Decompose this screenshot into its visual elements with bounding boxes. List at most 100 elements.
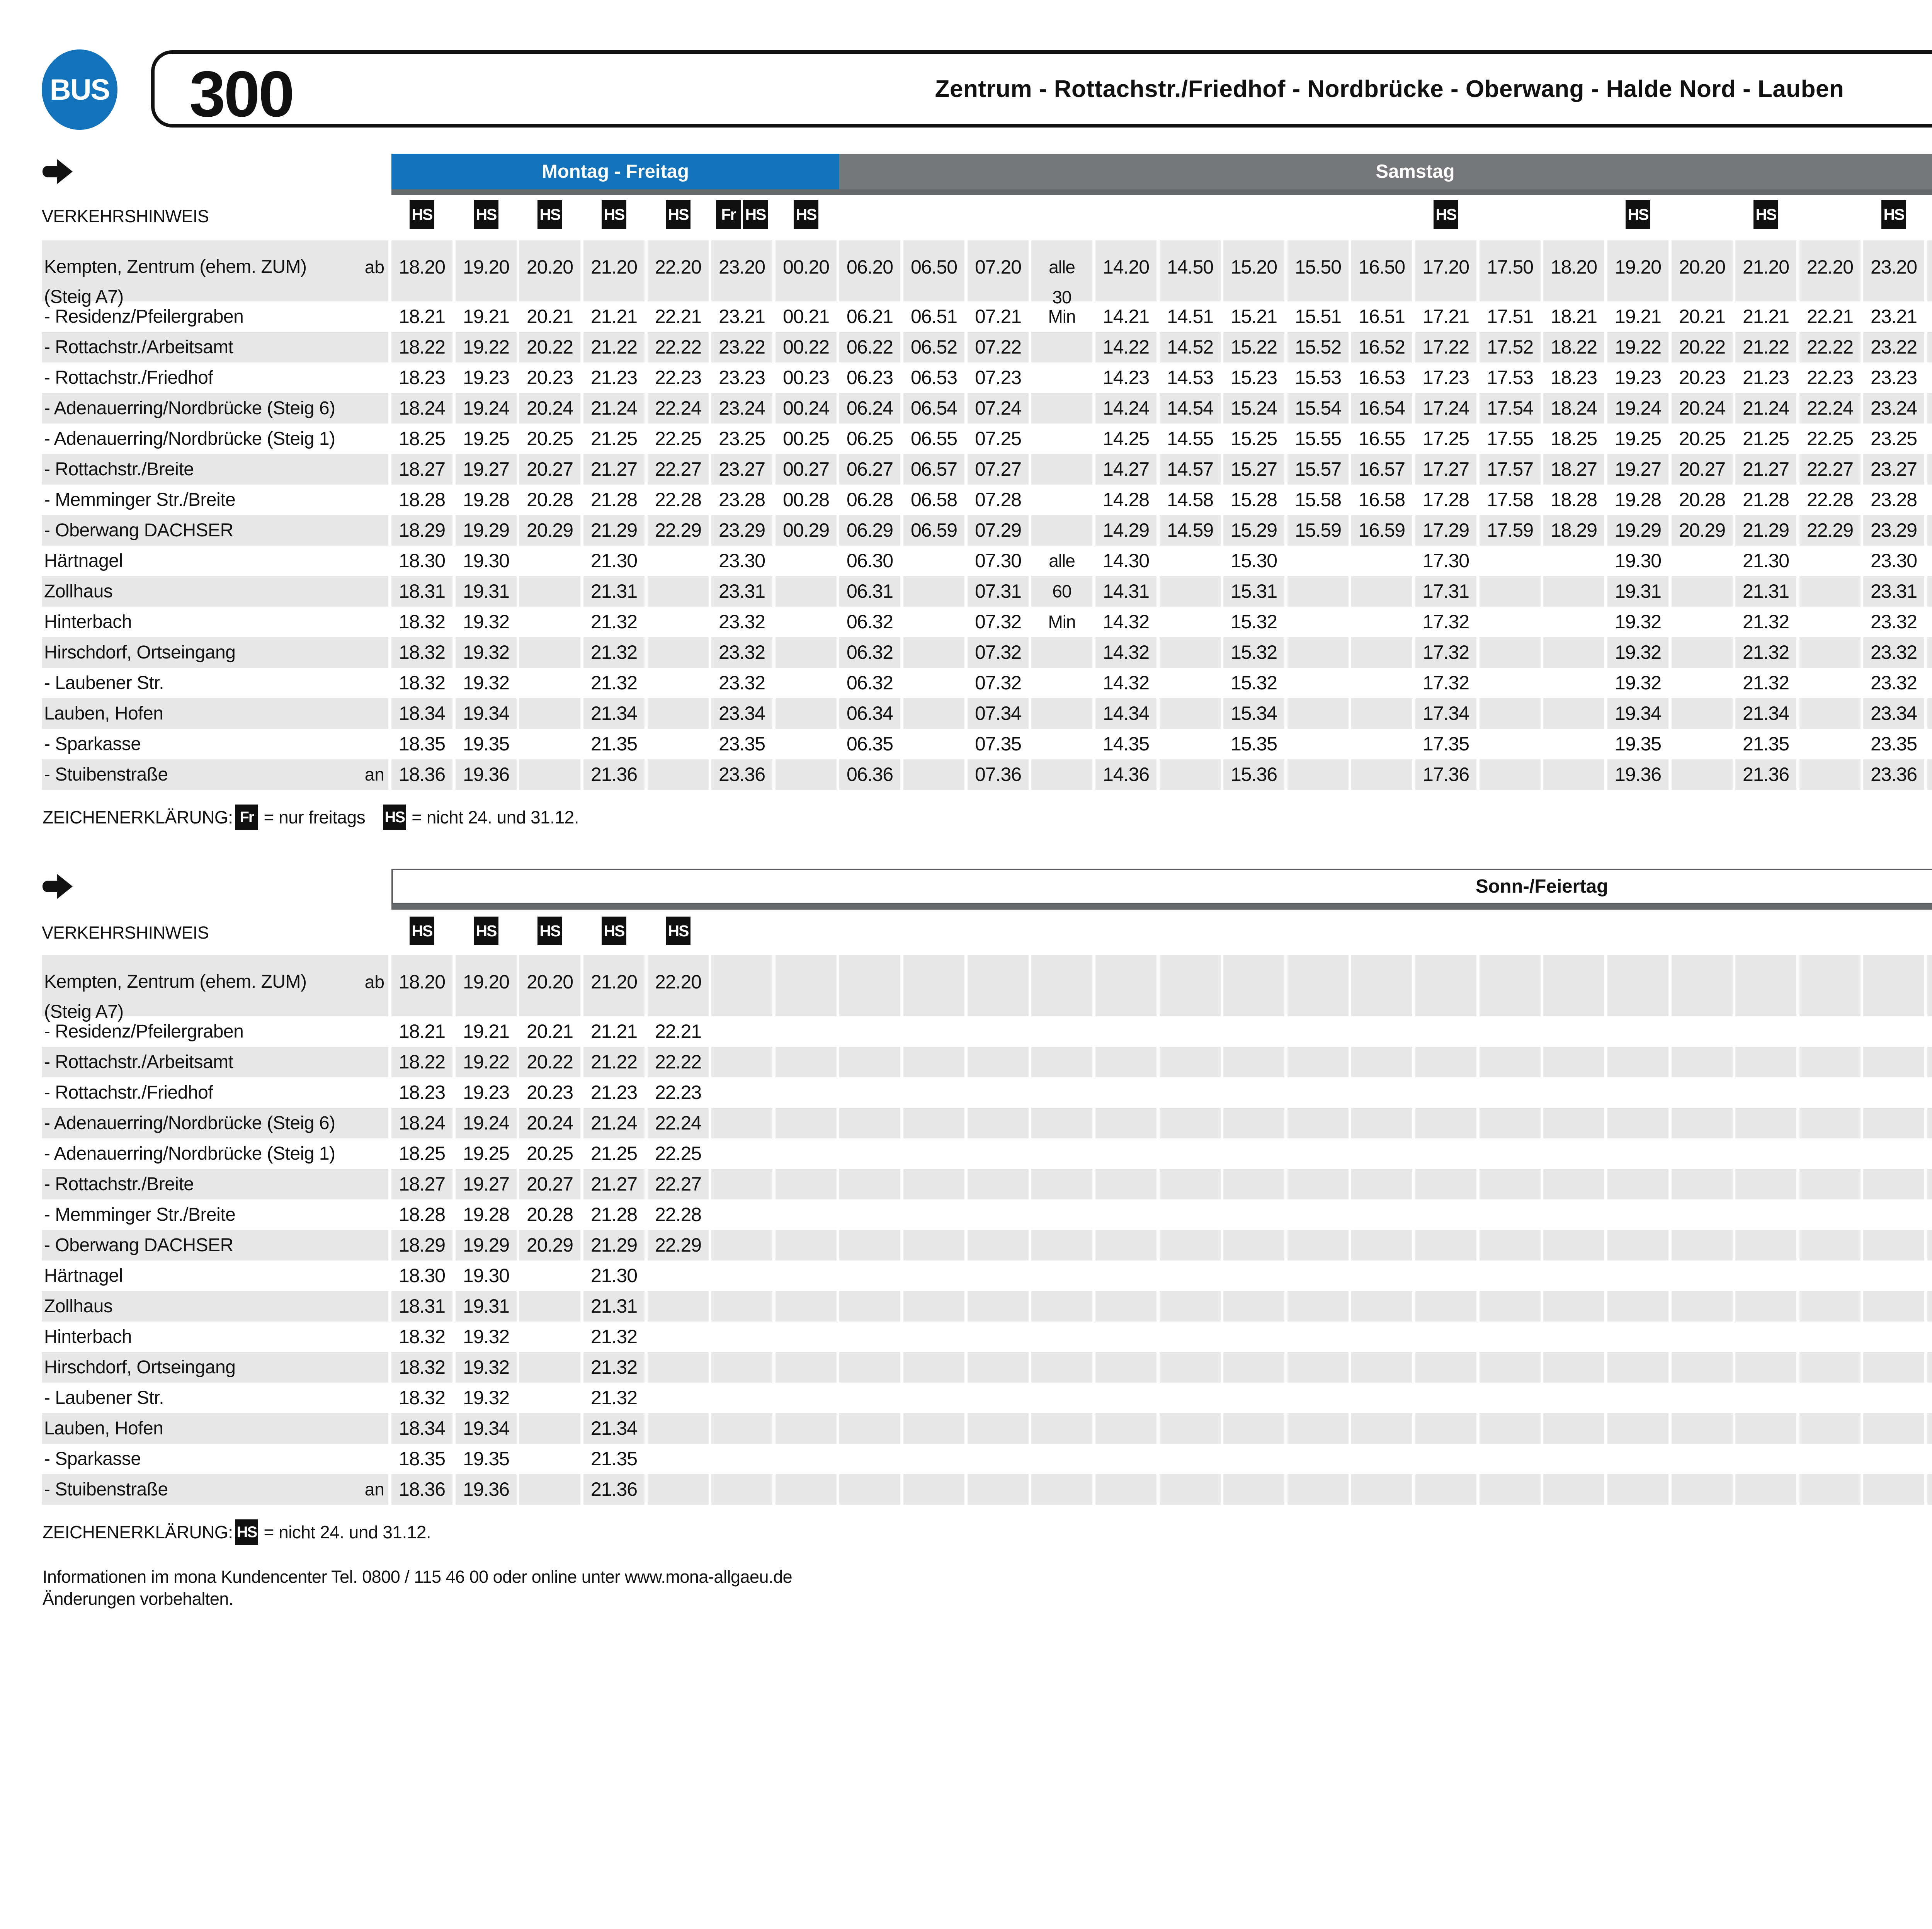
time-cell: 14.32	[1095, 637, 1156, 668]
stop-label: - Rottachstr./Friedhof	[44, 362, 213, 393]
time-cell: 20.28	[519, 485, 580, 515]
stop-label: Zollhaus	[44, 576, 112, 607]
time-cell: 19.21	[456, 1016, 517, 1047]
time-cell: 19.35	[456, 729, 517, 759]
cell-stripe	[1799, 1047, 1861, 1077]
flag-group-col2: HS	[537, 200, 562, 229]
cell-stripe	[903, 1108, 964, 1138]
cell-stripe	[839, 1169, 900, 1199]
cell-stripe	[1287, 1474, 1349, 1505]
cell-stripe	[1863, 1413, 1924, 1444]
time-cell: 07.31	[968, 576, 1029, 607]
time-cell: 18.22	[391, 1047, 452, 1077]
time-cell: 15.22	[1223, 332, 1284, 362]
time-cell: 22.20	[648, 955, 709, 997]
time-cell: 00.20	[1927, 240, 1932, 282]
cell-stripe	[903, 1413, 964, 1444]
time-cell: 22.21	[1799, 301, 1861, 332]
time-cell: 00.22	[776, 332, 837, 362]
time-cell: 14.36	[1095, 759, 1156, 790]
time-cell: 18.31	[391, 1291, 452, 1322]
time-cell: 18.22	[1543, 332, 1604, 362]
time-cell: 00.27	[776, 454, 837, 485]
time-cell: 14.32	[1095, 607, 1156, 637]
time-cell: 14.34	[1095, 698, 1156, 729]
cell-stripe	[1095, 1291, 1156, 1322]
time-cell: 22.22	[1799, 332, 1861, 362]
stop-label: - Rottachstr./Arbeitsamt	[44, 332, 233, 362]
time-cell: 21.29	[1735, 515, 1796, 546]
cell-stripe	[1672, 1047, 1733, 1077]
cell-stripe	[1415, 1108, 1476, 1138]
cell-stripe	[519, 1352, 580, 1383]
cell-stripe	[1543, 1352, 1604, 1383]
cell-stripe	[1543, 1413, 1604, 1444]
cell-stripe	[711, 1108, 772, 1138]
cell-stripe	[1607, 1047, 1668, 1077]
cell-stripe	[776, 1352, 837, 1383]
cell-stripe	[1031, 1291, 1092, 1322]
time-cell: 20.27	[519, 1169, 580, 1199]
hs-flag-icon: HS	[794, 200, 818, 229]
cell-stripe	[1672, 955, 1733, 1016]
time-cell: 19.32	[1607, 637, 1668, 668]
hs-flag-icon: HS	[474, 917, 498, 945]
time-cell: 16.57	[1351, 454, 1412, 485]
cell-stripe	[1095, 955, 1156, 1016]
cell-stripe	[711, 1352, 772, 1383]
time-cell: 00.23	[1927, 362, 1932, 393]
time-cell: 23.34	[711, 698, 772, 729]
cell-stripe	[1480, 1108, 1541, 1138]
time-cell: 18.20	[391, 240, 452, 282]
time-cell: 18.32	[391, 1352, 452, 1383]
cell-stripe	[776, 637, 837, 668]
time-cell: 23.21	[711, 301, 772, 332]
cell-stripe	[1927, 576, 1932, 607]
cell-stripe	[1351, 955, 1412, 1016]
cell-stripe	[519, 1413, 580, 1444]
time-cell: 14.53	[1160, 362, 1221, 393]
legend-table1: ZEICHENERKLÄRUNG: Fr = nur freitags HS =…	[43, 805, 579, 830]
time-cell: 06.32	[839, 668, 900, 698]
time-cell: 15.31	[1223, 576, 1284, 607]
flag-group-col16: HS	[1434, 200, 1458, 229]
cell-stripe	[776, 1230, 837, 1260]
band-sonn-feiertag: Sonn-/Feiertag	[391, 869, 1932, 904]
cell-stripe	[1543, 955, 1604, 1016]
cell-stripe	[1672, 1108, 1733, 1138]
time-cell: 16.55	[1351, 424, 1412, 454]
time-cell: 21.36	[1735, 759, 1796, 790]
cell-stripe	[711, 955, 772, 1016]
time-cell: 22.27	[648, 454, 709, 485]
hs-flag-text: = nicht 24. und 31.12.	[264, 1522, 431, 1543]
time-cell: 14.54	[1160, 393, 1221, 424]
time-cell: 19.21	[1607, 301, 1668, 332]
cell-stripe	[1031, 1474, 1092, 1505]
cell-stripe	[1607, 1352, 1668, 1383]
time-cell: 21.30	[583, 1260, 645, 1291]
time-cell: 18.32	[391, 668, 452, 698]
time-cell: 18.32	[391, 1383, 452, 1413]
cell-stripe	[1927, 698, 1932, 729]
time-cell: 23.36	[1863, 759, 1924, 790]
cell-stripe	[1672, 1413, 1733, 1444]
cell-stripe	[1799, 698, 1861, 729]
hs-flag-icon: HS	[235, 1519, 258, 1545]
cell-stripe	[1031, 393, 1092, 424]
verkehrshinweis-label: VERKEHRSHINWEIS	[42, 206, 209, 226]
time-cell: 15.58	[1287, 485, 1349, 515]
cell-stripe	[1735, 1169, 1796, 1199]
stop-label: Härtnagel	[44, 1260, 123, 1291]
time-cell: 19.30	[456, 546, 517, 576]
time-cell: 15.21	[1223, 301, 1284, 332]
time-cell: 21.23	[583, 1077, 645, 1108]
time-cell: 19.34	[456, 1413, 517, 1444]
time-cell: 20.25	[519, 424, 580, 454]
hs-flag-icon: HS	[602, 917, 626, 945]
cell-stripe	[1287, 1108, 1349, 1138]
cell-stripe	[1160, 759, 1221, 790]
route-number: 300	[189, 57, 293, 131]
cell-stripe	[1735, 1047, 1796, 1077]
cell-stripe	[1160, 1169, 1221, 1199]
time-cell: 15.34	[1223, 698, 1284, 729]
